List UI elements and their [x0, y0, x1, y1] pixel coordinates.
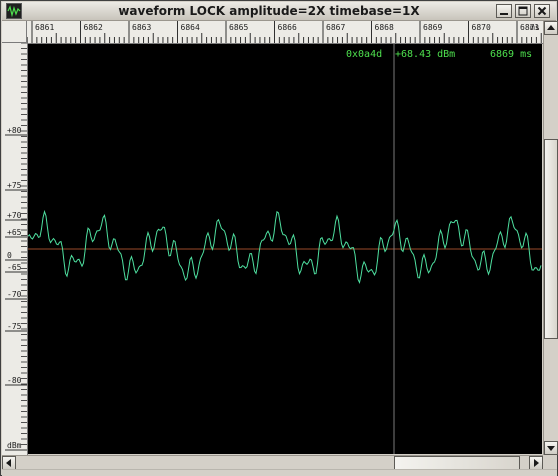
amplitude-tick-label: -70 [7, 290, 22, 299]
amplitude-tick-label: +75 [7, 181, 22, 190]
amplitude-tick-label: -75 [7, 322, 22, 331]
time-tick-label: 6861 [35, 23, 55, 32]
title-bar[interactable]: waveform LOCK amplitude=2X timebase=1X [2, 2, 556, 21]
time-tick-label: 6862 [83, 23, 103, 32]
scroll-left-button[interactable] [2, 456, 16, 470]
scroll-up-button[interactable] [544, 21, 558, 35]
amplitude-tick-label: +65 [7, 228, 22, 237]
waveform-trace [28, 209, 542, 285]
amplitude-tick-label: +70 [7, 211, 22, 220]
readout-code: 0x0a4d [346, 49, 383, 60]
resize-grip[interactable] [543, 455, 557, 469]
time-tick-label: 6867 [326, 23, 346, 32]
waveform-window: waveform LOCK amplitude=2X timebase=1X 6… [0, 0, 558, 476]
maximize-button[interactable] [515, 4, 531, 18]
close-icon [537, 6, 547, 16]
vertical-scroll-thumb[interactable] [544, 139, 558, 339]
time-tick-label: 6863 [132, 23, 152, 32]
readout-level: +68.43 dBm [395, 49, 456, 60]
readout-time: 6869 ms [490, 49, 533, 60]
amplitude-tick-label: -80 [7, 376, 22, 385]
time-tick-label: 6868 [374, 23, 394, 32]
arrow-up-icon [547, 25, 555, 30]
time-tick-label: 6864 [180, 23, 200, 32]
amplitude-tick-label: +80 [7, 126, 22, 135]
vertical-scrollbar[interactable] [543, 21, 558, 455]
scroll-right-button[interactable] [529, 456, 543, 470]
minimize-icon [500, 13, 508, 15]
amplitude-tick-label: 0 [7, 251, 12, 260]
window-title: waveform LOCK amplitude=2X timebase=1X [118, 4, 420, 18]
time-tick-label: 6865 [229, 23, 249, 32]
horizontal-scroll-thumb[interactable] [394, 456, 520, 470]
amplitude-tick-label: dBm [7, 441, 22, 450]
time-ruler[interactable]: 6861 6862 6863 6864 6865 6866 6867 6868 6869 6870… [27, 21, 543, 44]
arrow-left-icon [6, 459, 11, 467]
amplitude-tick-label: -65 [7, 263, 22, 272]
time-tick-label: 6870 [471, 23, 491, 32]
arrow-right-icon [534, 459, 539, 467]
close-button[interactable] [534, 4, 550, 18]
minimize-button[interactable] [496, 4, 512, 18]
amplitude-ruler-ticks [5, 43, 27, 451]
maximize-icon [518, 6, 528, 16]
waveform-canvas [28, 44, 542, 454]
scroll-down-button[interactable] [544, 441, 558, 455]
arrow-down-icon [547, 446, 555, 451]
time-tick-label: ms [530, 23, 540, 32]
waveform-app-icon[interactable] [6, 3, 22, 19]
time-tick-label: 6869 [423, 23, 443, 32]
waveform-plot[interactable]: 0x0a4d +68.43 dBm 6869 ms [28, 44, 542, 454]
amplitude-ruler[interactable]: +80 +75 +70 +65 0 -65 -70 -75 -80 dBm [2, 43, 28, 455]
bottom-edge [2, 469, 557, 476]
ruler-corner [2, 21, 27, 43]
horizontal-scrollbar[interactable] [2, 455, 543, 470]
time-tick-label: 6866 [277, 23, 297, 32]
